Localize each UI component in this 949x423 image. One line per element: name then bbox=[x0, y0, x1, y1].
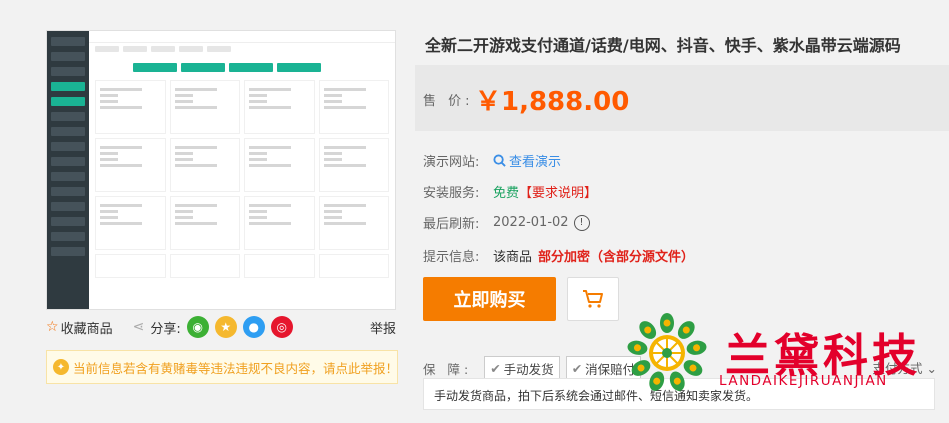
payment-method-label: 支付方式 bbox=[872, 361, 923, 376]
preview-sidebar bbox=[47, 31, 89, 309]
share-icon: ⋖ bbox=[132, 319, 145, 335]
favorite-button[interactable]: ☆ 收藏商品 bbox=[46, 318, 113, 337]
demo-row: 演示网站: 查看演示 bbox=[423, 151, 561, 170]
cart-icon bbox=[583, 290, 603, 308]
product-preview-image[interactable] bbox=[46, 30, 396, 310]
qq-icon[interactable]: ● bbox=[242, 316, 265, 338]
price-box: 售 价: ￥1,888.00 bbox=[415, 65, 949, 131]
buy-now-button[interactable]: 立即购买 bbox=[423, 277, 556, 321]
demo-link-label: 查看演示 bbox=[509, 155, 562, 170]
tip-label: 提示信息: bbox=[423, 250, 480, 265]
share-label: 分享: bbox=[150, 321, 181, 337]
weibo-icon[interactable]: ◎ bbox=[270, 316, 293, 338]
left-column: ☆ 收藏商品 ⋖ 分享: ◉ ★ ● ◎ 举报 ✦ 当前信息若含有黄赌毒等违法违… bbox=[46, 30, 398, 384]
install-free: 免费 bbox=[493, 186, 520, 201]
report-notice[interactable]: ✦ 当前信息若含有黄赌毒等违法违规不良内容，请点此举报！ bbox=[46, 350, 398, 384]
qzone-icon[interactable]: ★ bbox=[214, 316, 237, 338]
guarantee-tag-label: 手动发货 bbox=[503, 362, 554, 377]
preview-main bbox=[89, 31, 395, 309]
demo-label: 演示网站: bbox=[423, 155, 480, 170]
add-to-cart-button[interactable] bbox=[567, 277, 619, 321]
share-group: ⋖ 分享: ◉ ★ ● ◎ bbox=[133, 316, 293, 338]
install-row: 安装服务: 免费 【要求说明】 bbox=[423, 182, 597, 201]
chevron-down-icon: ⌄ bbox=[926, 361, 937, 376]
info-icon[interactable]: ! bbox=[573, 214, 590, 231]
price-value: ￥1,888.00 bbox=[475, 87, 630, 117]
favorite-label: 收藏商品 bbox=[60, 321, 113, 337]
check-icon: ✔ bbox=[571, 361, 583, 376]
price-label: 售 价: bbox=[423, 94, 474, 109]
guarantee-label: 保 障: bbox=[423, 362, 473, 377]
demo-link[interactable]: 查看演示 bbox=[493, 151, 561, 170]
tip-encryption: 部分加密（含部分源文件） bbox=[538, 250, 695, 265]
payment-method-dropdown[interactable]: 支付方式 ⌄ bbox=[873, 358, 937, 377]
report-link[interactable]: 举报 bbox=[370, 318, 396, 337]
guarantee-tag-label: 消保赔付 bbox=[585, 362, 636, 377]
right-column: 全新二开游戏支付通道/话费/电网、抖音、快手、紫水晶带云端源码 售 价: ￥1,… bbox=[415, 0, 949, 423]
search-icon bbox=[493, 154, 506, 167]
product-title: 全新二开游戏支付通道/话费/电网、抖音、快手、紫水晶带云端源码 bbox=[425, 36, 901, 55]
check-icon: ✔ bbox=[490, 361, 501, 376]
wechat-icon[interactable]: ◉ bbox=[186, 316, 209, 338]
delivery-note: 手动发货商品，拍下后系统会通过邮件、短信通知卖家发货。 bbox=[423, 378, 935, 410]
tip-prefix: 该商品 bbox=[493, 250, 533, 265]
action-bar: ☆ 收藏商品 ⋖ 分享: ◉ ★ ● ◎ 举报 bbox=[46, 310, 396, 344]
notice-text: 当前信息若含有黄赌毒等违法违规不良内容，请点此举报！ bbox=[73, 360, 398, 376]
install-label: 安装服务: bbox=[423, 186, 480, 201]
install-requirements-link[interactable]: 【要求说明】 bbox=[519, 182, 597, 201]
refresh-date: 2022-01-02 bbox=[493, 215, 569, 230]
tip-row: 提示信息: 该商品 部分加密（含部分源文件） bbox=[423, 246, 694, 265]
refresh-label: 最后刷新: bbox=[423, 217, 480, 232]
refresh-row: 最后刷新: 2022-01-02 ! bbox=[423, 213, 590, 232]
star-icon: ☆ bbox=[46, 319, 59, 335]
lightbulb-icon: ✦ bbox=[53, 359, 69, 375]
